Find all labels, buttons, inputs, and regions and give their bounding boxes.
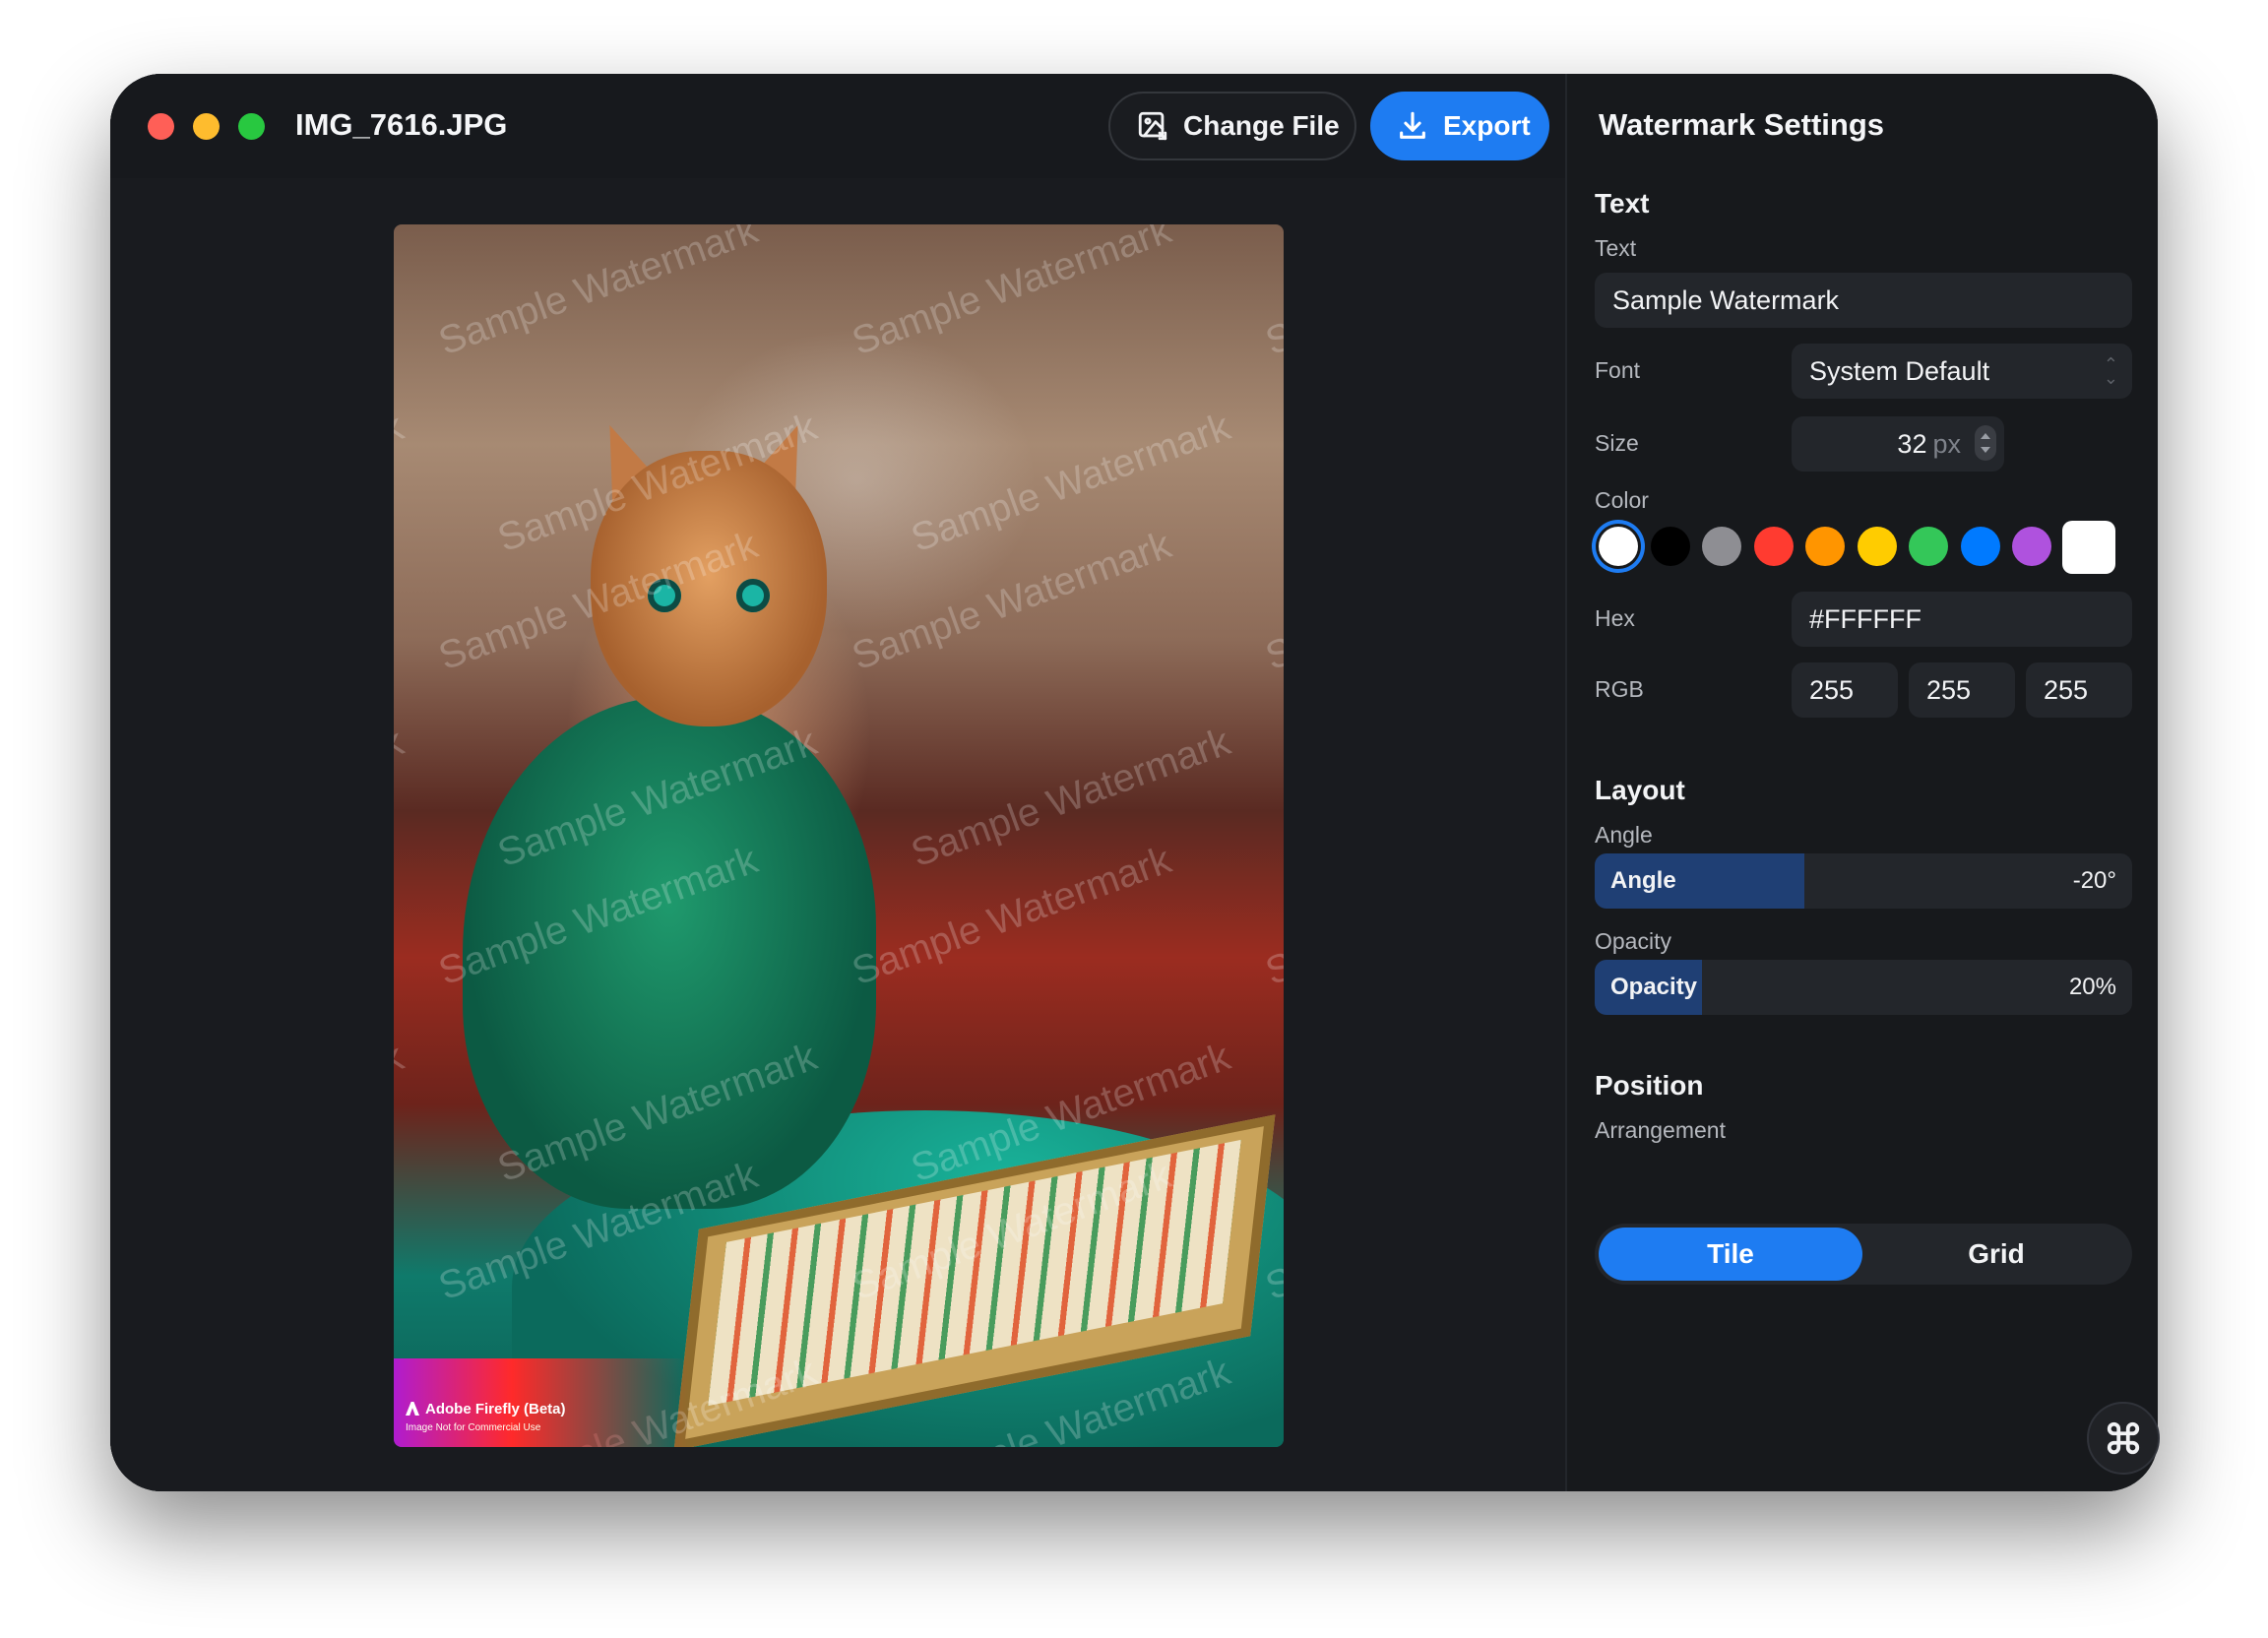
file-name: IMG_7616.JPG [295,107,508,142]
color-swatch[interactable] [1960,527,2000,566]
rgb-label: RGB [1595,676,1644,702]
size-value: 32 [1897,428,1927,459]
photo-robe [463,697,876,1209]
color-swatch[interactable] [1650,527,1690,566]
photo-eye-left [648,579,681,612]
font-label: Font [1595,357,1641,383]
watermark-text: Sample Watermark [394,720,410,875]
minimize-window-button[interactable] [193,113,220,140]
position-section-heading: Position [1595,1070,1704,1101]
watermark-text-input[interactable]: Sample Watermark [1595,273,2132,328]
close-window-button[interactable] [148,113,174,140]
text-section-heading: Text [1595,188,1650,219]
hex-label: Hex [1595,605,1635,631]
size-stepper[interactable]: 32 px [1792,416,2004,472]
text-label: Text [1595,235,1637,261]
photo-eye-right [736,579,770,612]
watermark-text: Sample Watermark [1260,838,1284,994]
export-button[interactable]: Export [1370,92,1549,160]
floating-action-button[interactable] [2087,1402,2160,1475]
watermark-text: Sample Watermark [1260,224,1284,364]
arrangement-label: Arrangement [1595,1117,1726,1143]
color-swatch[interactable] [1753,527,1794,566]
color-swatch[interactable] [1857,527,1897,566]
color-swatch[interactable] [2012,527,2051,566]
zoom-window-button[interactable] [238,113,265,140]
watermark-text: Sample Watermark [906,405,1236,561]
font-select[interactable]: System Default ⌃ ⌄ [1792,344,2132,399]
settings-panel: Watermark Settings Text Text Sample Wate… [1567,74,2158,1491]
titlebar: IMG_7616.JPG Change File Export [110,74,1565,178]
watermark-text: Sample Watermark [906,720,1236,876]
export-label: Export [1443,110,1531,141]
color-swatch[interactable] [1909,527,1948,566]
watermark-text: Sample Watermark [1260,523,1284,679]
angle-slider-value: -20° [2072,867,2116,894]
opacity-slider-label: Opacity [1610,974,1698,1000]
size-unit: px [1932,428,1961,459]
angle-slider[interactable]: Angle -20° [1595,853,2132,909]
change-file-button[interactable]: Change File [1108,92,1356,160]
rgb-red-input[interactable]: 255 [1792,662,1898,718]
angle-label: Angle [1595,822,1653,848]
main-area: IMG_7616.JPG Change File Export Sample W… [110,74,1565,1491]
image-edit-icon [1138,111,1167,141]
stepper-arrows-icon[interactable] [1975,425,1996,461]
firefly-badge: Adobe Firefly (Beta) [406,1401,566,1418]
size-label: Size [1595,430,1639,456]
watermark-text: Sample Watermark [847,224,1177,364]
color-swatch[interactable] [1702,527,1741,566]
color-swatch[interactable] [1599,527,1638,566]
arrangement-segmented-control: Tile Grid [1595,1224,2132,1285]
firefly-subtext: Image Not for Commercial Use [406,1422,541,1433]
chevron-updown-icon: ⌃ ⌄ [2103,354,2118,388]
adobe-logo-icon [406,1402,419,1416]
opacity-slider-value: 20% [2068,974,2116,1000]
custom-color-picker[interactable] [2062,521,2115,574]
rgb-blue-input[interactable]: 255 [2026,662,2132,718]
layout-section-heading: Layout [1595,775,1685,805]
watermark-text: Sample Watermark [847,523,1177,679]
watermark-text: Sample Watermark [394,1035,410,1190]
watermark-text: Sample Watermark [433,224,764,364]
command-key-icon [2107,1421,2140,1455]
photo-cat-head [591,451,827,726]
watermark-text: Sample Watermark [394,405,410,560]
color-swatch[interactable] [1805,527,1845,566]
arrangement-tile-option[interactable]: Tile [1599,1228,1862,1281]
opacity-label: Opacity [1595,928,1671,954]
angle-slider-label: Angle [1610,867,1676,894]
arrangement-grid-option[interactable]: Grid [1864,1228,2128,1281]
rgb-green-input[interactable]: 255 [1909,662,2015,718]
color-label: Color [1595,487,1649,513]
opacity-slider[interactable]: Opacity 20% [1595,960,2132,1015]
download-icon [1400,111,1425,139]
app-window: IMG_7616.JPG Change File Export Sample W… [110,74,2158,1491]
change-file-label: Change File [1183,110,1340,141]
image-preview[interactable]: Sample Watermark Sample Watermark Sample W… [394,224,1284,1447]
panel-title: Watermark Settings [1599,107,1884,142]
watermark-text: Sample Watermark [847,838,1177,994]
hex-input[interactable]: #FFFFFF [1792,592,2132,647]
